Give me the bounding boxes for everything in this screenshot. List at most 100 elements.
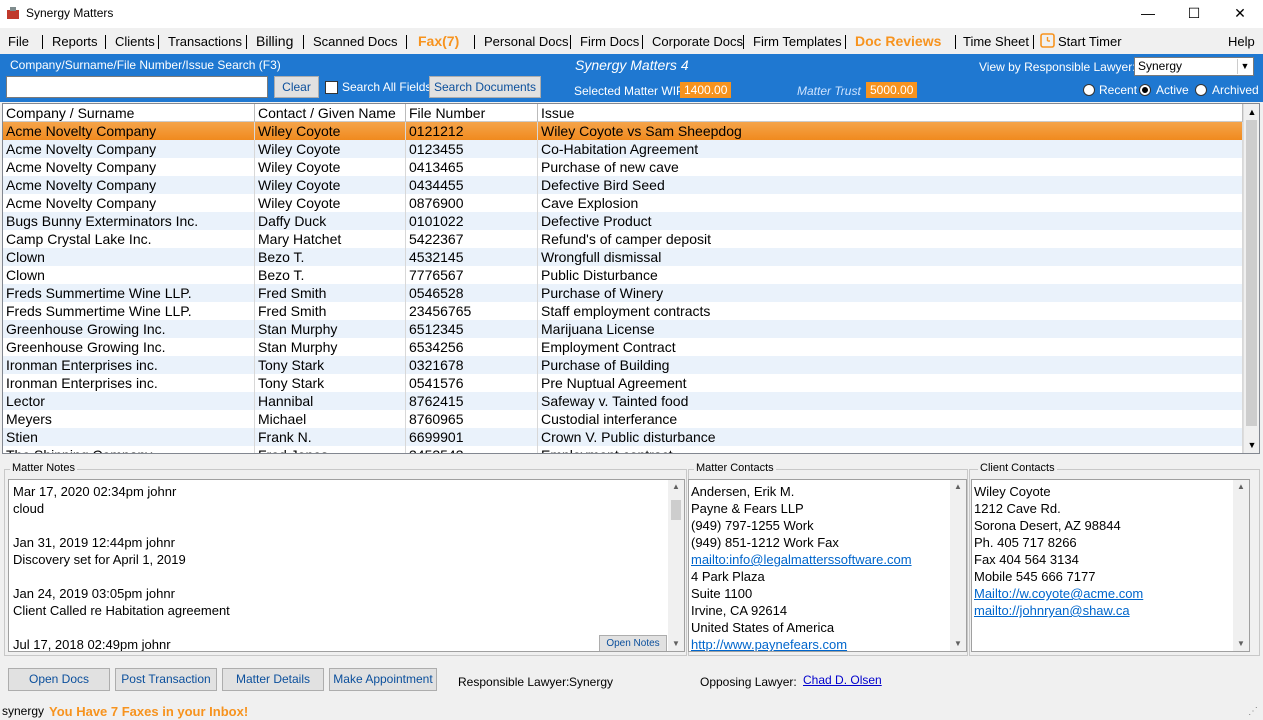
contact-link[interactable]: Mailto://w.coyote@acme.com (974, 585, 1143, 602)
matter-contacts-scrollbar[interactable]: ▲ ▼ (950, 480, 966, 651)
contact-link[interactable]: mailto://johnryan@shaw.ca (974, 602, 1143, 619)
scrollbar-thumb[interactable] (671, 500, 681, 520)
table-row[interactable]: Acme Novelty Company Wiley Coyote 0121212 W… (3, 122, 1243, 140)
menu-fax[interactable]: Fax(7) (418, 33, 459, 49)
menu-reports[interactable]: Reports (52, 34, 98, 49)
contact-link[interactable]: mailto:info@legalmatterssoftware.com (691, 551, 912, 568)
recent-label: Recent (1099, 83, 1138, 97)
timer-icon[interactable] (1040, 33, 1055, 48)
active-radio[interactable] (1139, 84, 1151, 96)
column-header-company[interactable]: Company / Surname (3, 104, 255, 122)
cell-issue: Co-Habitation Agreement (538, 140, 1243, 158)
column-header-file-number[interactable]: File Number (406, 104, 538, 122)
notes-scrollbar[interactable]: ▲ ▼ (668, 480, 684, 651)
archived-radio[interactable] (1195, 84, 1207, 96)
table-row[interactable]: Acme Novelty Company Wiley Coyote 0434455 D… (3, 176, 1243, 194)
matter-contacts-box[interactable]: Andersen, Erik M. Payne & Fears LLP (949) … (688, 479, 967, 652)
table-row[interactable]: Camp Crystal Lake Inc. Mary Hatchet 542236… (3, 230, 1243, 248)
table-row[interactable]: Acme Novelty Company Wiley Coyote 0876900 C… (3, 194, 1243, 212)
column-header-contact[interactable]: Contact / Given Name (255, 104, 406, 122)
maximize-button[interactable]: ☐ (1171, 0, 1217, 28)
scroll-down-icon[interactable]: ▼ (950, 637, 966, 651)
table-row[interactable]: Acme Novelty Company Wiley Coyote 0123455 C… (3, 140, 1243, 158)
menu-separator (955, 35, 956, 49)
close-button[interactable]: ✕ (1217, 0, 1263, 28)
menu-billing[interactable]: Billing (256, 33, 293, 49)
cell-file-number: 0321678 (406, 356, 538, 374)
table-row[interactable]: Greenhouse Growing Inc. Stan Murphy 653425… (3, 338, 1243, 356)
lawyer-select[interactable]: Synergy ▼ (1134, 57, 1254, 76)
menu-scanned-docs[interactable]: Scanned Docs (313, 34, 398, 49)
matter-notes-box[interactable]: Mar 17, 2020 02:34pm johnr cloud Jan 31, 2… (8, 479, 685, 652)
menu-help[interactable]: Help (1228, 34, 1255, 49)
table-row[interactable]: Lector Hannibal 8762415 Safeway v. Tainted … (3, 392, 1243, 410)
column-header-issue[interactable]: Issue (538, 104, 1243, 122)
table-row[interactable]: Bugs Bunny Exterminators Inc. Daffy Duck 0… (3, 212, 1243, 230)
menu-separator (743, 35, 744, 49)
fax-notification[interactable]: You Have 7 Faxes in your Inbox! (49, 704, 248, 719)
contact-link[interactable]: http://www.paynefears.com (691, 636, 912, 651)
scroll-up-icon[interactable]: ▲ (1244, 104, 1259, 120)
open-notes-button[interactable]: Open Notes (599, 635, 667, 651)
client-contacts-scrollbar[interactable]: ▲ ▼ (1233, 480, 1249, 651)
table-row[interactable]: Ironman Enterprises inc. Tony Stark 032167… (3, 356, 1243, 374)
scroll-down-icon[interactable]: ▼ (668, 637, 684, 651)
post-transaction-button[interactable]: Post Transaction (115, 668, 217, 691)
menu-firm-docs[interactable]: Firm Docs (580, 34, 639, 49)
cell-issue: Purchase of new cave (538, 158, 1243, 176)
menu-firm-templates[interactable]: Firm Templates (753, 34, 842, 49)
grid-header: Company / Surname Contact / Given Name F… (3, 104, 1243, 122)
table-row[interactable]: Meyers Michael 8760965 Custodial interferan… (3, 410, 1243, 428)
table-row[interactable]: Acme Novelty Company Wiley Coyote 0413465 P… (3, 158, 1243, 176)
menu-transactions[interactable]: Transactions (168, 34, 242, 49)
contact-line: Ph. 405 717 8266 (974, 535, 1077, 550)
table-row[interactable]: The Shipping CompanyFred Jones3453543Emp… (3, 446, 1243, 453)
scroll-down-icon[interactable]: ▼ (1244, 437, 1259, 453)
cell-contact: Stan Murphy (255, 320, 406, 338)
search-all-checkbox[interactable] (325, 81, 338, 94)
contact-line: Wiley Coyote (974, 484, 1051, 499)
table-row[interactable]: Freds Summertime Wine LLP. Fred Smith 0546… (3, 284, 1243, 302)
scroll-up-icon[interactable]: ▲ (950, 480, 966, 494)
minimize-button[interactable]: — (1125, 0, 1171, 28)
menu-doc-reviews[interactable]: Doc Reviews (855, 33, 941, 49)
menu-file[interactable]: File (8, 34, 29, 49)
grid-rows: Acme Novelty Company Wiley Coyote 0121212 W… (3, 122, 1243, 453)
table-row[interactable]: Greenhouse Growing Inc. Stan Murphy 651234… (3, 320, 1243, 338)
opposing-lawyer-link[interactable]: Chad D. Olsen (803, 673, 882, 687)
table-row[interactable]: Ironman Enterprises inc. Tony Stark 054157… (3, 374, 1243, 392)
grid-scrollbar[interactable]: ▲ ▼ (1243, 104, 1259, 453)
cell-company: Ironman Enterprises inc. (3, 356, 255, 374)
scroll-down-icon[interactable]: ▼ (1233, 637, 1249, 651)
clear-button[interactable]: Clear (274, 76, 319, 98)
recent-radio[interactable] (1083, 84, 1095, 96)
table-row[interactable]: Stien Frank N. 6699901 Crown V. Public dist… (3, 428, 1243, 446)
cell-file-number: 8762415 (406, 392, 538, 410)
search-documents-button[interactable]: Search Documents (429, 76, 541, 98)
cell-issue: Purchase of Building (538, 356, 1243, 374)
menu-start-timer[interactable]: Start Timer (1058, 34, 1122, 49)
resize-grip-icon[interactable]: ⋰ (1248, 706, 1258, 717)
scrollbar-thumb[interactable] (1246, 120, 1257, 426)
matter-contacts-text: Andersen, Erik M. Payne & Fears LLP (949) … (691, 483, 912, 651)
cell-file-number: 6512345 (406, 320, 538, 338)
menu-personal-docs[interactable]: Personal Docs (484, 34, 569, 49)
client-contacts-box[interactable]: Wiley Coyote 1212 Cave Rd. Sorona Desert, … (971, 479, 1250, 652)
scroll-up-icon[interactable]: ▲ (668, 480, 684, 494)
open-docs-button[interactable]: Open Docs (8, 668, 110, 691)
table-row[interactable]: Freds Summertime Wine LLP. Fred Smith 2345… (3, 302, 1243, 320)
make-appointment-button[interactable]: Make Appointment (329, 668, 437, 691)
table-row[interactable]: Clown Bezo T. 4532145 Wrongfull dismissal (3, 248, 1243, 266)
cell-contact: Stan Murphy (255, 338, 406, 356)
matter-details-button[interactable]: Matter Details (222, 668, 324, 691)
scroll-up-icon[interactable]: ▲ (1233, 480, 1249, 494)
cell-contact: Wiley Coyote (255, 158, 406, 176)
table-row[interactable]: Clown Bezo T. 7776567 Public Disturbance (3, 266, 1243, 284)
wip-value: 1400.00 (680, 82, 732, 98)
menu-corporate-docs[interactable]: Corporate Docs (652, 34, 743, 49)
search-input[interactable] (6, 76, 268, 98)
matters-grid[interactable]: Company / Surname Contact / Given Name F… (2, 103, 1260, 454)
menu-clients[interactable]: Clients (115, 34, 155, 49)
cell-company: Acme Novelty Company (3, 122, 255, 140)
menu-time-sheet[interactable]: Time Sheet (963, 34, 1029, 49)
